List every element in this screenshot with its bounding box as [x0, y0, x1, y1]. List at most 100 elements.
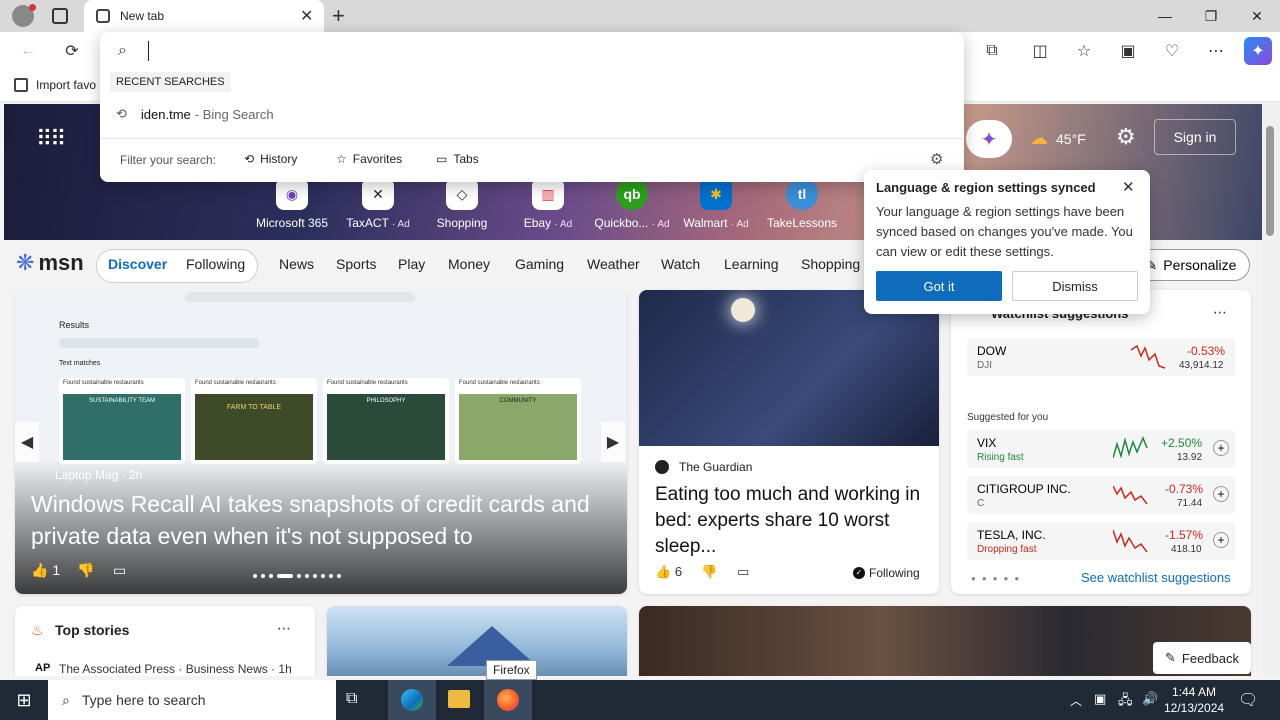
main-story-card[interactable]: Results Text matches Found sustainable r… — [15, 290, 627, 594]
tab-discover[interactable]: Discover — [108, 256, 167, 272]
close-window-button[interactable]: ✕ — [1234, 0, 1280, 32]
msn-logo[interactable]: ❋ msn — [16, 250, 84, 276]
filter-favorites-button[interactable]: ☆ Favorites — [336, 152, 402, 166]
dismiss-button[interactable]: Dismiss — [1012, 271, 1138, 301]
more-options-icon[interactable]: ⋯ — [277, 620, 291, 637]
tab-actions-icon[interactable] — [52, 8, 68, 24]
tab-close-icon[interactable]: ✕ — [300, 6, 313, 26]
nav-watch[interactable]: Watch — [661, 256, 700, 272]
more-options-icon[interactable]: ⋯ — [1213, 304, 1227, 321]
copilot-icon[interactable]: ✦ — [1244, 37, 1272, 65]
sign-in-button[interactable]: Sign in — [1154, 119, 1236, 155]
collections-icon[interactable]: ▣ — [1114, 37, 1142, 65]
stock-row-dow[interactable]: DOW DJI -0.53% 43,914.12 — [967, 338, 1235, 376]
weather-widget[interactable]: ☁ 45°F — [1030, 128, 1086, 149]
network-icon[interactable]: 🖧 — [1118, 691, 1133, 713]
quicklink-quickbooks[interactable]: qb Quickbo... · Ad — [592, 178, 672, 230]
start-button[interactable]: ⊞ — [0, 680, 48, 720]
import-favorites-button[interactable]: Import favo — [14, 78, 96, 92]
restore-button[interactable]: ❐ — [1188, 0, 1234, 32]
like-button[interactable]: 👍 1 — [31, 562, 60, 579]
page-scrollbar[interactable] — [1262, 104, 1280, 676]
favorites-icon[interactable]: ☆ — [1070, 37, 1098, 65]
taxact-icon: ✕ — [362, 178, 394, 210]
see-watchlist-link[interactable]: See watchlist suggestions — [1081, 570, 1231, 585]
comment-icon[interactable]: ▭ — [113, 562, 126, 579]
watchlist-pager-dots[interactable]: ●●●●● — [971, 574, 1025, 583]
nav-sports[interactable]: Sports — [336, 256, 376, 272]
edge-taskbar-icon[interactable] — [388, 680, 436, 720]
quicklink-shopping[interactable]: ◇ Shopping — [422, 178, 502, 230]
firefox-taskbar-icon[interactable] — [484, 680, 532, 720]
search-settings-icon[interactable]: ⚙ — [930, 150, 943, 168]
stock-row-vix[interactable]: VIX Rising fast +2.50% 13.92 + — [967, 430, 1235, 468]
got-it-button[interactable]: Got it — [876, 271, 1002, 301]
quicklink-taxact[interactable]: ✕ TaxACT · Ad — [338, 178, 418, 230]
following-label: Following — [869, 566, 920, 580]
apps-grid-icon[interactable]: ⠿⠿ — [36, 126, 66, 152]
dislike-icon[interactable]: 👎 — [701, 564, 717, 580]
quicklink-takelessons[interactable]: tl TakeLessons — [762, 178, 842, 230]
tray-overflow-icon[interactable]: ︿ — [1070, 692, 1082, 709]
add-stock-icon[interactable]: + — [1213, 532, 1229, 548]
sign-in-label: Sign in — [1173, 129, 1217, 145]
tab-new-tab[interactable]: New tab ✕ — [84, 0, 324, 32]
nav-shopping[interactable]: Shopping — [801, 256, 860, 272]
quicklink-walmart[interactable]: ✱ Walmart · Ad — [676, 178, 756, 230]
notifications-icon[interactable]: 🗨 — [1238, 690, 1258, 710]
quicklink-ebay[interactable]: ▥ Ebay · Ad — [508, 178, 588, 230]
address-input[interactable] — [148, 41, 928, 61]
recent-search-item[interactable]: ⟲ iden.tme - Bing Search — [116, 106, 274, 122]
nav-news[interactable]: News — [279, 256, 314, 272]
scrollbar-thumb[interactable] — [1266, 126, 1274, 236]
nav-learning[interactable]: Learning — [724, 256, 779, 272]
minimize-button[interactable]: — — [1142, 0, 1188, 32]
story-headline[interactable]: Eating too much and working in bed: expe… — [655, 482, 925, 560]
performance-icon[interactable]: ♡ — [1158, 37, 1186, 65]
new-tab-button[interactable]: + — [332, 3, 345, 29]
dislike-icon[interactable]: 👎 — [77, 562, 94, 579]
quicklink-label: Quickbo... — [594, 216, 649, 230]
nav-money[interactable]: Money — [448, 256, 490, 272]
taskbar: ⊞ ⌕ Type here to search ⧉ ︿ ▣ 🖧 🔊 1:44 A… — [0, 680, 1280, 720]
copilot-hero-icon[interactable]: ✦ — [966, 120, 1012, 158]
tray-device-icon[interactable]: ▣ — [1094, 691, 1106, 707]
back-icon[interactable]: ← — [14, 37, 42, 65]
popup-close-icon[interactable]: ✕ — [1122, 178, 1135, 196]
following-badge[interactable]: ✓ Following — [853, 566, 920, 580]
hide-story-icon[interactable]: ▭ — [737, 564, 749, 580]
task-view-icon[interactable]: ⧉ — [346, 690, 357, 708]
quicklink-label: TaxACT — [346, 216, 389, 230]
split-screen-icon[interactable]: ◫ — [1026, 37, 1054, 65]
quicklink-microsoft-365[interactable]: ◉ Microsoft 365 — [252, 178, 332, 230]
nav-weather[interactable]: Weather — [587, 256, 640, 272]
nav-gaming[interactable]: Gaming — [515, 256, 564, 272]
stock-row-tesla[interactable]: TESLA, INC. Dropping fast -1.57% 418.10 … — [967, 522, 1235, 560]
carousel-prev-button[interactable]: ◀ — [15, 422, 39, 462]
taskbar-search-box[interactable]: ⌕ Type here to search — [48, 680, 336, 720]
extensions-icon[interactable]: ⧉ — [978, 37, 1006, 65]
volume-icon[interactable]: 🔊 — [1142, 691, 1158, 707]
add-stock-icon[interactable]: + — [1213, 486, 1229, 502]
settings-icon[interactable]: ⚙ — [1116, 124, 1136, 150]
story-headline[interactable]: Windows Recall AI takes snapshots of cre… — [31, 488, 601, 552]
filter-history-button[interactable]: ⟲ History — [244, 152, 297, 166]
filter-tabs-button[interactable]: ▭ Tabs — [436, 152, 479, 166]
add-stock-icon[interactable]: + — [1213, 440, 1229, 456]
stock-row-citigroup[interactable]: CITIGROUP INC. C -0.73% 71.44 + — [967, 476, 1235, 514]
carousel-next-button[interactable]: ▶ — [601, 422, 625, 462]
preview-tile-title: Found sustainable restaurants — [195, 380, 276, 386]
more-icon[interactable]: ⋯ — [1202, 37, 1230, 65]
refresh-icon[interactable]: ⟳ — [58, 37, 86, 65]
carousel-dots[interactable] — [253, 574, 403, 580]
like-button[interactable]: 👍 6 — [655, 564, 682, 580]
feedback-button[interactable]: ✎ Feedback — [1153, 642, 1251, 674]
castle-image-card[interactable] — [327, 606, 627, 676]
tab-following[interactable]: Following — [186, 256, 245, 272]
clock[interactable]: 1:44 AM 12/13/2024 — [1164, 684, 1224, 716]
file-explorer-icon[interactable] — [448, 690, 470, 708]
news-photo-card[interactable]: ✎ Feedback — [639, 606, 1251, 676]
stock-value: 13.92 — [1177, 452, 1203, 463]
nav-play[interactable]: Play — [398, 256, 425, 272]
guardian-story-card[interactable]: The Guardian Eating too much and working… — [639, 290, 939, 594]
